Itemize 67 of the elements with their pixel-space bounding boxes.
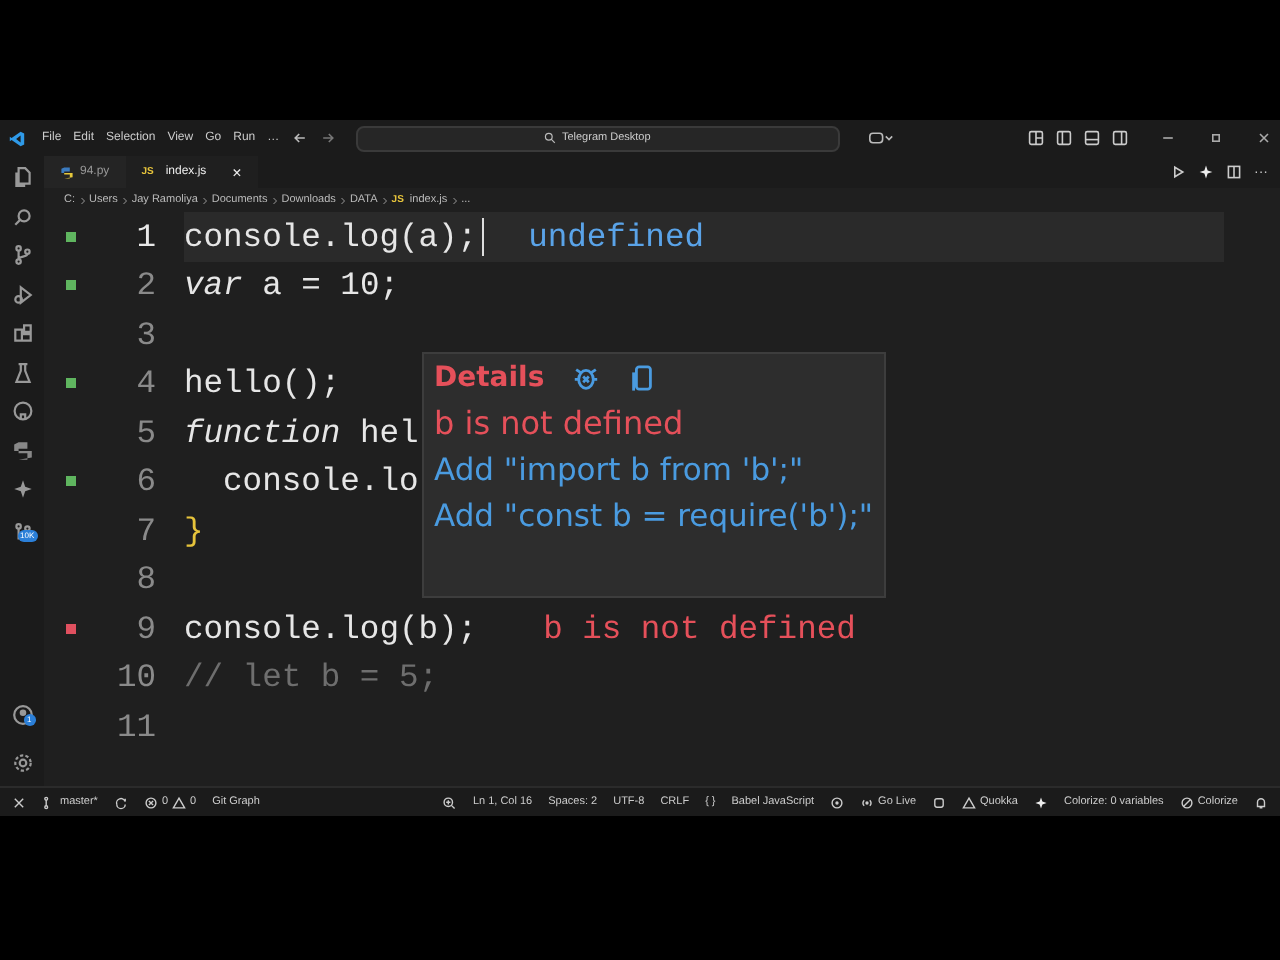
zoom-icon[interactable] (442, 795, 457, 809)
sparkle-icon[interactable] (1033, 795, 1048, 809)
chevron-icon (339, 195, 346, 205)
git-graph-icon[interactable] (11, 521, 33, 543)
code-line: // let b = 5; (184, 658, 439, 697)
sparkle-icon[interactable] (11, 478, 33, 500)
code-line: } (184, 511, 204, 550)
secondary-sidebar-icon[interactable] (1112, 130, 1128, 146)
quick-fix-link[interactable]: Add "import b from 'b';" (434, 452, 874, 488)
chevron-icon (79, 195, 85, 205)
back-arrow-icon[interactable] (291, 130, 308, 146)
layout-icon[interactable] (1028, 130, 1044, 146)
line-number: 3 (134, 315, 156, 354)
line-number: 2 (134, 266, 156, 305)
bug-icon[interactable] (572, 364, 601, 392)
code-line: function hel (184, 413, 419, 452)
chevron-icon (271, 195, 278, 205)
popup-title: Details (434, 362, 545, 394)
chevron-icon (121, 195, 128, 205)
error-message: b is not defined (434, 404, 686, 442)
settings-icon[interactable] (11, 752, 33, 774)
code-line: var a = 10; (184, 266, 399, 305)
sparkle-icon[interactable] (1198, 164, 1214, 180)
run-debug-icon[interactable] (11, 283, 33, 305)
chevron-icon (451, 195, 458, 205)
code-line: console.log(b); (184, 609, 478, 648)
python-file-icon (60, 165, 74, 179)
forward-arrow-icon[interactable] (319, 130, 336, 146)
line-number: 7 (134, 511, 156, 550)
sync-icon[interactable] (113, 795, 128, 809)
search-icon (543, 132, 556, 144)
flask-icon[interactable] (11, 361, 33, 383)
bell-icon[interactable] (1254, 795, 1268, 809)
close-icon[interactable] (1256, 130, 1272, 146)
search-icon[interactable] (11, 205, 33, 227)
maximize-icon[interactable] (1208, 130, 1224, 146)
line-number: 5 (134, 413, 156, 452)
quick-fix-link[interactable]: Add "const b = require('b');" (434, 498, 874, 534)
copy-icon[interactable] (628, 364, 657, 392)
line-number: 8 (134, 560, 156, 599)
line-number: 4 (134, 364, 156, 403)
error-icon (143, 795, 158, 809)
panel-toggle-icon[interactable] (1084, 130, 1100, 146)
line-number: 9 (134, 609, 156, 648)
line-number: 10 (114, 658, 156, 697)
chevron-icon (201, 195, 208, 205)
inline-result: undefined (528, 217, 704, 256)
extensions-icon[interactable] (11, 322, 33, 344)
warning-icon (172, 795, 187, 809)
inline-result: b is not defined (543, 609, 856, 648)
code-line: console.log(a); (184, 217, 478, 256)
split-editor-icon[interactable] (1226, 164, 1242, 180)
code-line: hello(); (184, 364, 341, 403)
files-icon[interactable] (11, 166, 33, 188)
line-number: 6 (134, 462, 156, 501)
run-icon[interactable] (1170, 164, 1186, 180)
line-number: 1 (134, 217, 156, 256)
code-line: console.lo (221, 462, 419, 501)
sidebar-toggle-icon[interactable] (1056, 130, 1072, 146)
warning-icon (962, 795, 977, 809)
broadcast-icon (860, 795, 875, 809)
vscode-logo-icon (8, 129, 26, 147)
disabled-icon (1179, 795, 1194, 809)
line-number: 11 (114, 707, 156, 746)
account-icon[interactable] (11, 703, 33, 725)
source-control-icon[interactable] (11, 244, 33, 266)
chevron-icon (381, 195, 388, 205)
